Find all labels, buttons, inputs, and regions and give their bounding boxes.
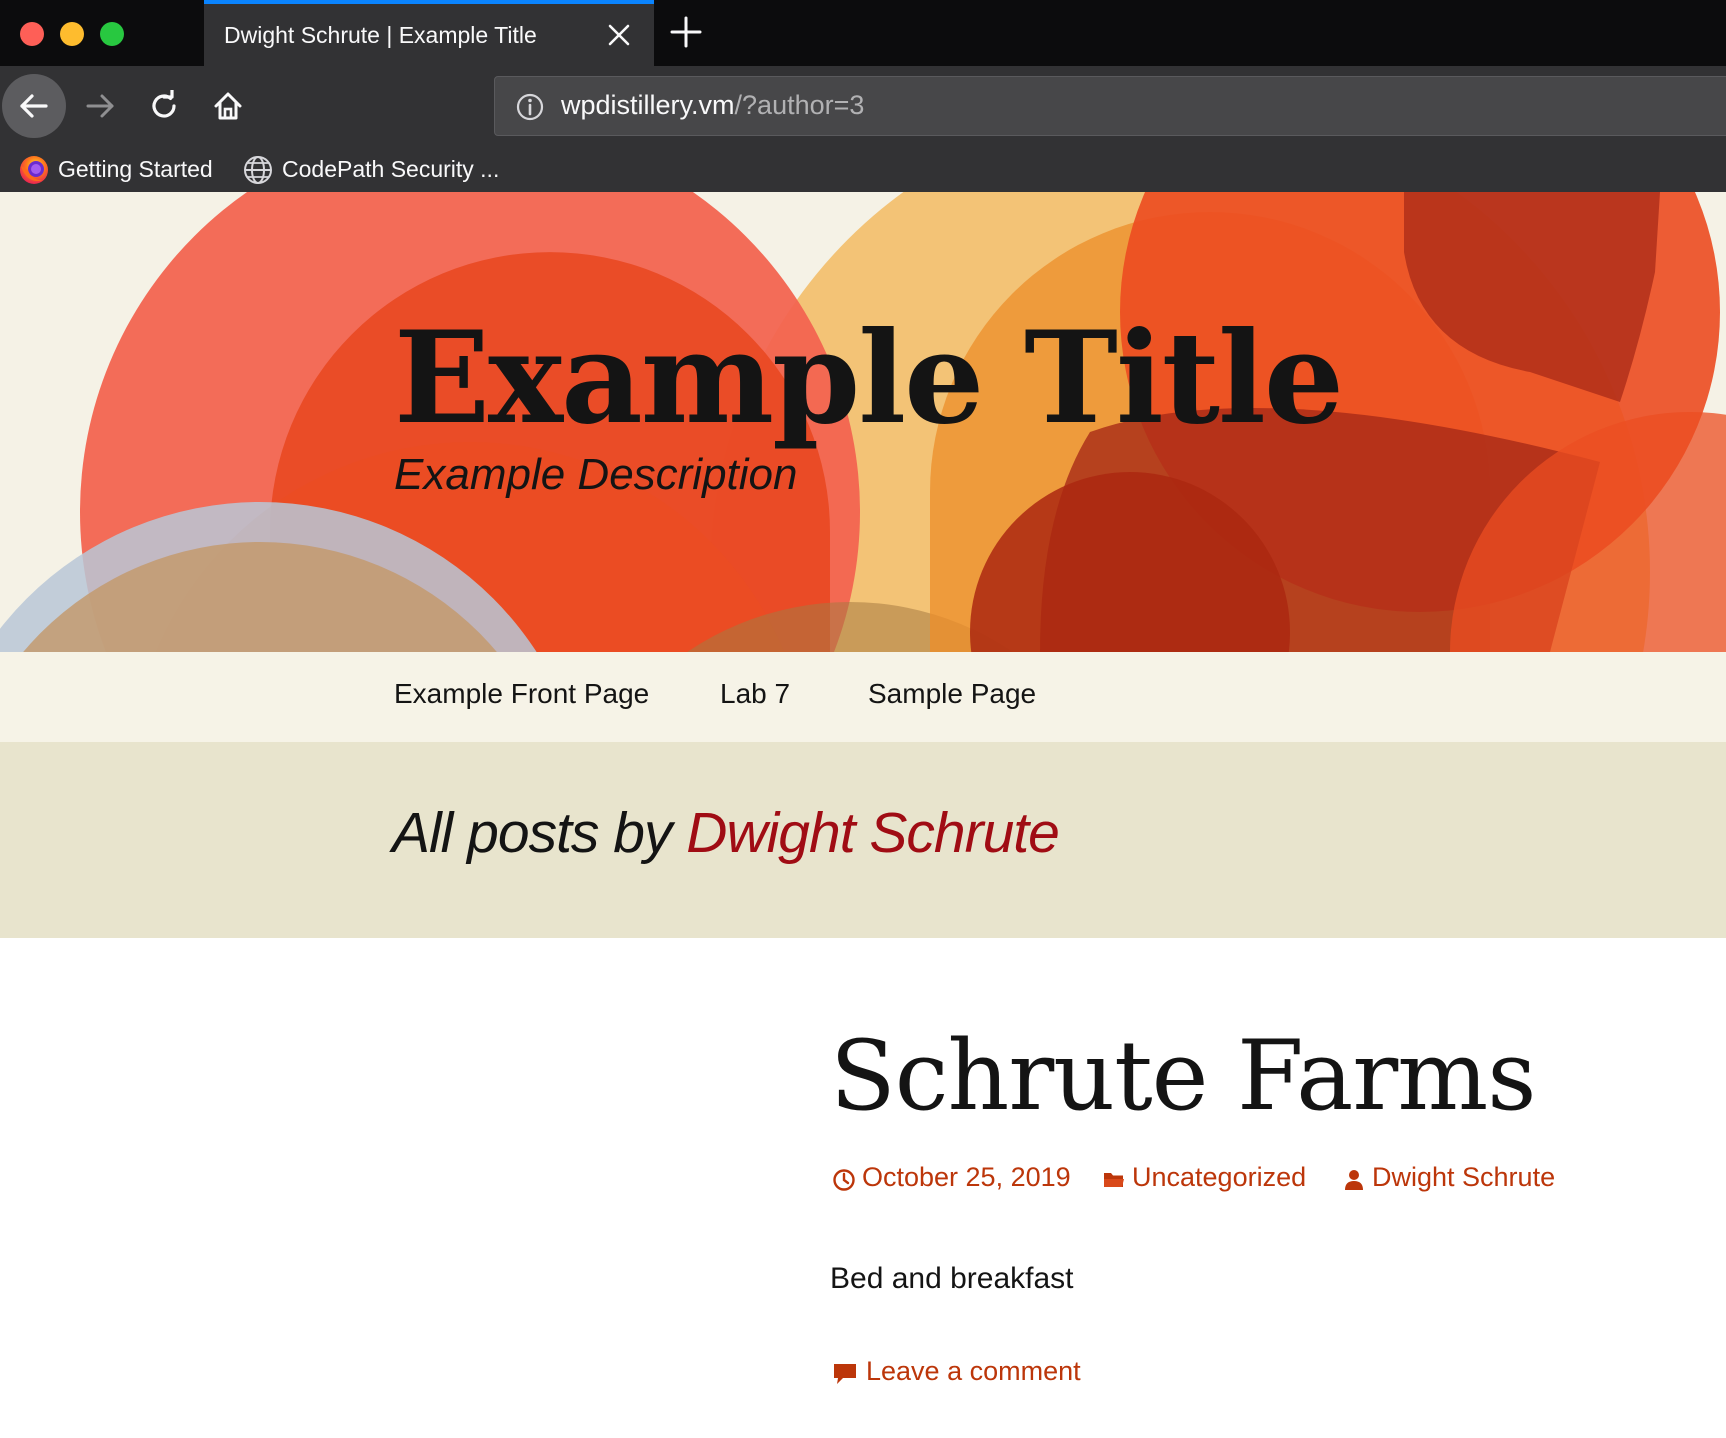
archive-title: All posts by Dwight Schrute: [392, 800, 1060, 866]
leave-comment-link[interactable]: Leave a comment: [832, 1356, 1092, 1392]
comment-link-label: Leave a comment: [866, 1356, 1081, 1386]
post-category: Uncategorized: [1132, 1162, 1307, 1192]
address-bar[interactable]: wpdistillery.vm/?author=3: [494, 76, 1726, 136]
archive-title-prefix: All posts by: [392, 801, 687, 865]
folder-icon: [1104, 1173, 1124, 1187]
globe-icon: [244, 156, 272, 184]
close-window-button[interactable]: [20, 22, 44, 46]
post-date: October 25, 2019: [862, 1162, 1071, 1192]
primary-navigation: Example Front Page Lab 7 Sample Page: [0, 652, 1726, 742]
comment-icon: [834, 1364, 856, 1384]
clock-icon: [833, 1169, 855, 1191]
nav-item-sample-page[interactable]: Sample Page: [868, 678, 1036, 710]
post-category-link[interactable]: Uncategorized: [1102, 1162, 1312, 1198]
post-author-link[interactable]: Dwight Schrute: [1342, 1162, 1562, 1198]
arrow-right-icon: [86, 94, 114, 118]
bookmarks-toolbar: Getting Started CodePath Security ...: [0, 146, 1726, 192]
bookmark-label: CodePath Security ...: [282, 156, 500, 182]
navigation-toolbar: wpdistillery.vm/?author=3: [0, 66, 1726, 146]
firefox-icon: [20, 156, 48, 184]
info-icon[interactable]: [515, 92, 545, 122]
forward-button[interactable]: [68, 74, 132, 138]
new-tab-icon[interactable]: [668, 14, 704, 50]
web-page: Example Title Example Description Exampl…: [0, 192, 1726, 1438]
minimize-window-button[interactable]: [60, 22, 84, 46]
archive-header: All posts by Dwight Schrute: [0, 742, 1726, 938]
home-icon: [214, 92, 242, 120]
home-button[interactable]: [196, 74, 260, 138]
bookmark-codepath-security[interactable]: CodePath Security ...: [242, 150, 522, 188]
nav-item-lab-7[interactable]: Lab 7: [720, 678, 790, 710]
close-tab-icon[interactable]: [604, 20, 634, 50]
post-author: Dwight Schrute: [1372, 1162, 1556, 1192]
tab-title: Dwight Schrute | Example Title: [224, 22, 537, 48]
maximize-window-button[interactable]: [100, 22, 124, 46]
arrow-left-icon: [20, 94, 48, 118]
post-title[interactable]: Schrute Farms: [830, 1020, 1536, 1132]
reload-button[interactable]: [132, 74, 196, 138]
browser-titlebar: Dwight Schrute | Example Title: [0, 0, 1726, 66]
active-tab[interactable]: Dwight Schrute | Example Title: [204, 0, 654, 66]
site-title[interactable]: Example Title: [394, 304, 1344, 452]
url-host: wpdistillery.vm: [561, 90, 735, 120]
post-content: Bed and breakfast: [830, 1262, 1074, 1295]
site-description: Example Description: [394, 450, 798, 499]
bookmark-getting-started[interactable]: Getting Started: [18, 150, 228, 188]
site-header: Example Title Example Description: [0, 192, 1726, 652]
nav-item-example-front-page[interactable]: Example Front Page: [394, 678, 649, 710]
reload-icon: [152, 90, 176, 118]
bookmark-label: Getting Started: [58, 156, 213, 182]
back-button[interactable]: [2, 74, 66, 138]
user-icon: [1345, 1170, 1363, 1190]
url-path: /?author=3: [734, 90, 865, 120]
post-date-link[interactable]: October 25, 2019: [832, 1162, 1072, 1198]
archive-author-link[interactable]: Dwight Schrute: [686, 801, 1060, 865]
url-text[interactable]: wpdistillery.vm/?author=3: [561, 90, 864, 121]
